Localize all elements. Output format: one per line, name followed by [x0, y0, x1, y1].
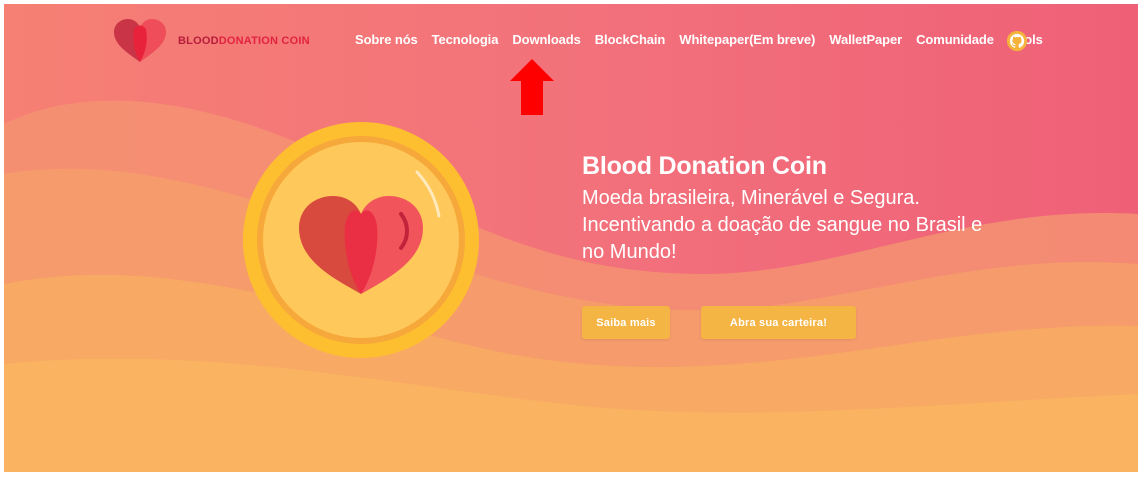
- nav-link-whitepaper[interactable]: Whitepaper(Em breve): [679, 32, 815, 47]
- nav-link-tecnologia[interactable]: Tecnologia: [432, 32, 499, 47]
- brand-name-part1: BLOOD: [178, 35, 219, 47]
- page-frame: BLOODDONATION COIN Sobre nós Tecnologia …: [4, 4, 1138, 472]
- nav-link-downloads[interactable]: Downloads: [512, 32, 581, 47]
- nav-link-walletpaper[interactable]: WalletPaper: [829, 32, 902, 47]
- red-up-arrow-icon: [510, 59, 554, 115]
- hero-content: Blood Donation Coin Moeda brasileira, Mi…: [582, 152, 1002, 266]
- abra-sua-carteira-button[interactable]: Abra sua carteira!: [701, 306, 856, 339]
- hero-title: Blood Donation Coin: [582, 152, 827, 180]
- navbar: BLOODDONATION COIN Sobre nós Tecnologia …: [4, 4, 1138, 79]
- hero-coin-illustration: [243, 122, 479, 358]
- nav-link-blockchain[interactable]: BlockChain: [595, 32, 666, 47]
- main-nav: Sobre nós Tecnologia Downloads BlockChai…: [355, 32, 1057, 47]
- brand-logo[interactable]: BLOODDONATION COIN: [112, 18, 312, 66]
- brand-name-part2: DONATION COIN: [218, 35, 310, 47]
- brand-name: BLOODDONATION COIN: [178, 35, 310, 47]
- github-icon[interactable]: [1006, 30, 1028, 52]
- nav-link-comunidade[interactable]: Comunidade: [916, 32, 994, 47]
- nav-link-sobre-nos[interactable]: Sobre nós: [355, 32, 418, 47]
- heart-coin-icon: [114, 19, 166, 62]
- saiba-mais-button[interactable]: Saiba mais: [582, 306, 670, 339]
- hero-subtitle: Moeda brasileira, Minerável e Segura. In…: [582, 187, 983, 263]
